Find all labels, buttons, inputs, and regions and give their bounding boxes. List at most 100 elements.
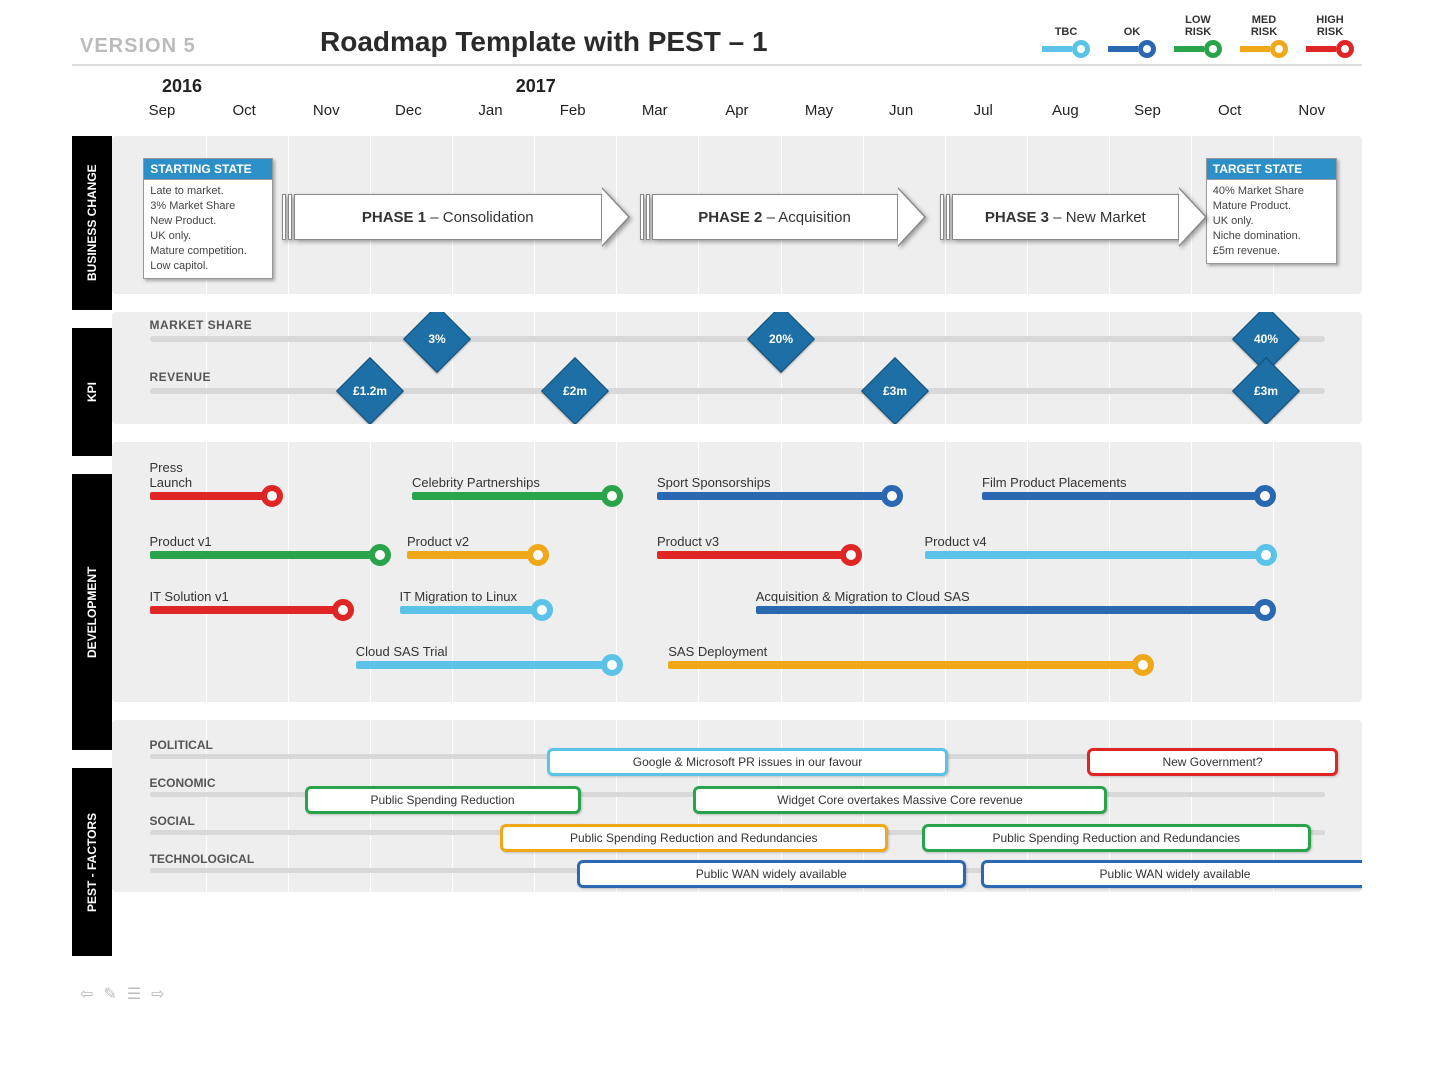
month-label: Feb [560, 102, 586, 119]
phase-arrow: PHASE 2 – Acquisition [640, 194, 926, 240]
month-label: Mar [642, 102, 668, 119]
arrow-right-icon[interactable]: ⇨ [151, 984, 164, 1004]
section-label: PEST - FACTORS [72, 768, 112, 956]
dev-segment-bar [150, 551, 380, 559]
dev-segment-label: Acquisition & Migration to Cloud SAS [756, 589, 970, 606]
dev-segment-ring-icon [531, 599, 553, 621]
header: VERSION 5 Roadmap Template with PEST – 1… [72, 10, 1362, 66]
month-label: Jan [478, 102, 502, 119]
kpi-diamond: £3m [1232, 357, 1300, 424]
dev-segment-ring-icon [601, 485, 623, 507]
dev-segment-label: SAS Deployment [668, 644, 767, 661]
dev-segment-bar [657, 551, 851, 559]
dev-segment-label: Celebrity Partnerships [412, 475, 540, 492]
dev-segment-label: Product v4 [925, 534, 987, 551]
dev-segment-ring-icon [1254, 599, 1276, 621]
section-label: BUSINESS CHANGE [72, 136, 112, 310]
timeline-area: 20162017SepOctNovDecJanFebMarAprMayJunJu… [112, 76, 1362, 974]
dev-segment-ring-icon [1255, 544, 1277, 566]
dev-segment-label: Sport Sponsorships [657, 475, 770, 492]
swimlane: PressLaunch Celebrity Partnerships Sport S… [112, 442, 1362, 702]
month-label: Jun [889, 102, 913, 119]
pest-factor-pill: New Government? [1087, 748, 1338, 776]
year-label: 2016 [162, 76, 202, 97]
legend-item: OK [1108, 26, 1156, 58]
kpi-diamond: £3m [861, 357, 929, 424]
month-label: Nov [1298, 102, 1325, 119]
swimlane: STARTING STATELate to market.3% Market S… [112, 136, 1362, 294]
state-box: STARTING STATELate to market.3% Market S… [143, 158, 273, 279]
dev-segment-bar [150, 492, 273, 500]
dev-segment-label: Cloud SAS Trial [356, 644, 448, 661]
dev-segment-ring-icon [881, 485, 903, 507]
dev-segment-ring-icon [332, 599, 354, 621]
pest-factor-pill: Public Spending Reduction and Redundanci… [922, 824, 1311, 852]
legend: TBC OK LOWRISK MEDRISK HIGHRISK [1042, 14, 1362, 58]
version-label: VERSION 5 [72, 35, 320, 58]
dev-segment-bar [407, 551, 538, 559]
legend-label: HIGHRISK [1306, 14, 1354, 38]
state-box-title: TARGET STATE [1207, 159, 1336, 180]
arrow-left-icon[interactable]: ⇦ [80, 984, 93, 1004]
state-box-body: Late to market.3% Market ShareNew Produc… [144, 180, 272, 278]
kpi-rail [150, 388, 1325, 394]
month-label: Jul [974, 102, 993, 119]
phase-arrow: PHASE 1 – Consolidation [282, 194, 630, 240]
kpi-row-label: REVENUE [150, 370, 212, 384]
bottom-toolbar: ⇦ ✎ ☰ ⇨ [72, 984, 1362, 1004]
dev-segment-label: Product v3 [657, 534, 719, 551]
pest-factor-pill: Public Spending Reduction and Redundanci… [500, 824, 889, 852]
legend-item: TBC [1042, 26, 1090, 58]
section-label: DEVELOPMENT [72, 474, 112, 750]
month-label: Sep [149, 102, 176, 119]
dev-segment-label: Product v2 [407, 534, 469, 551]
dev-segment-bar [668, 661, 1143, 669]
month-label: Apr [725, 102, 748, 119]
pest-row-label: SOCIAL [150, 814, 195, 828]
kpi-diamond: 3% [403, 312, 471, 373]
dev-segment-ring-icon [601, 654, 623, 676]
state-box-title: STARTING STATE [144, 159, 272, 180]
state-box-body: 40% Market ShareMature Product.UK only.N… [1207, 180, 1336, 263]
month-label: Oct [232, 102, 255, 119]
legend-item: HIGHRISK [1306, 14, 1354, 58]
page: VERSION 5 Roadmap Template with PEST – 1… [72, 0, 1362, 1034]
pest-factor-pill: Google & Microsoft PR issues in our favo… [547, 748, 948, 776]
pest-row-label: ECONOMIC [150, 776, 216, 790]
legend-label: OK [1108, 26, 1156, 38]
dev-segment-bar [982, 492, 1265, 500]
dev-segment-bar [925, 551, 1266, 559]
dev-segment-bar [412, 492, 612, 500]
pest-factor-pill: Public WAN widely available [577, 860, 966, 888]
section-label: KPI [72, 328, 112, 456]
legend-label: TBC [1042, 26, 1090, 38]
pest-factor-pill: Public WAN widely available [981, 860, 1362, 888]
pest-row-label: TECHNOLOGICAL [150, 852, 255, 866]
legend-label: MEDRISK [1240, 14, 1288, 38]
lines-icon[interactable]: ☰ [127, 984, 141, 1004]
pest-factor-pill: Widget Core overtakes Massive Core reven… [693, 786, 1107, 814]
state-box: TARGET STATE40% Market ShareMature Produ… [1206, 158, 1337, 264]
month-label: Oct [1218, 102, 1241, 119]
dev-segment-bar [400, 606, 543, 614]
swimlane: MARKET SHARE3%20%40%REVENUE£1.2m£2m£3m£3… [112, 312, 1362, 424]
timeline-header: 20162017SepOctNovDecJanFebMarAprMayJunJu… [112, 76, 1362, 136]
swimlane: POLITICAL ECONOMIC SOCIAL TECHNOLOGICAL Goog… [112, 720, 1362, 892]
dev-segment-ring-icon [527, 544, 549, 566]
dev-segment-label: IT Migration to Linux [400, 589, 518, 606]
pencil-icon[interactable]: ✎ [103, 984, 116, 1004]
dev-segment-ring-icon [840, 544, 862, 566]
dev-segment-label: PressLaunch [150, 460, 193, 492]
page-title: Roadmap Template with PEST – 1 [320, 26, 1042, 58]
legend-label: LOWRISK [1174, 14, 1222, 38]
pest-row-label: POLITICAL [150, 738, 213, 752]
kpi-diamond: £1.2m [336, 357, 404, 424]
dev-segment-label: Product v1 [150, 534, 212, 551]
legend-item: LOWRISK [1174, 14, 1222, 58]
year-label: 2017 [516, 76, 556, 97]
month-label: May [805, 102, 833, 119]
dev-segment-ring-icon [369, 544, 391, 566]
dev-segment-bar [756, 606, 1265, 614]
chart: BUSINESS CHANGE KPI DEVELOPMENT PEST - FACT… [72, 76, 1362, 974]
month-label: Sep [1134, 102, 1161, 119]
